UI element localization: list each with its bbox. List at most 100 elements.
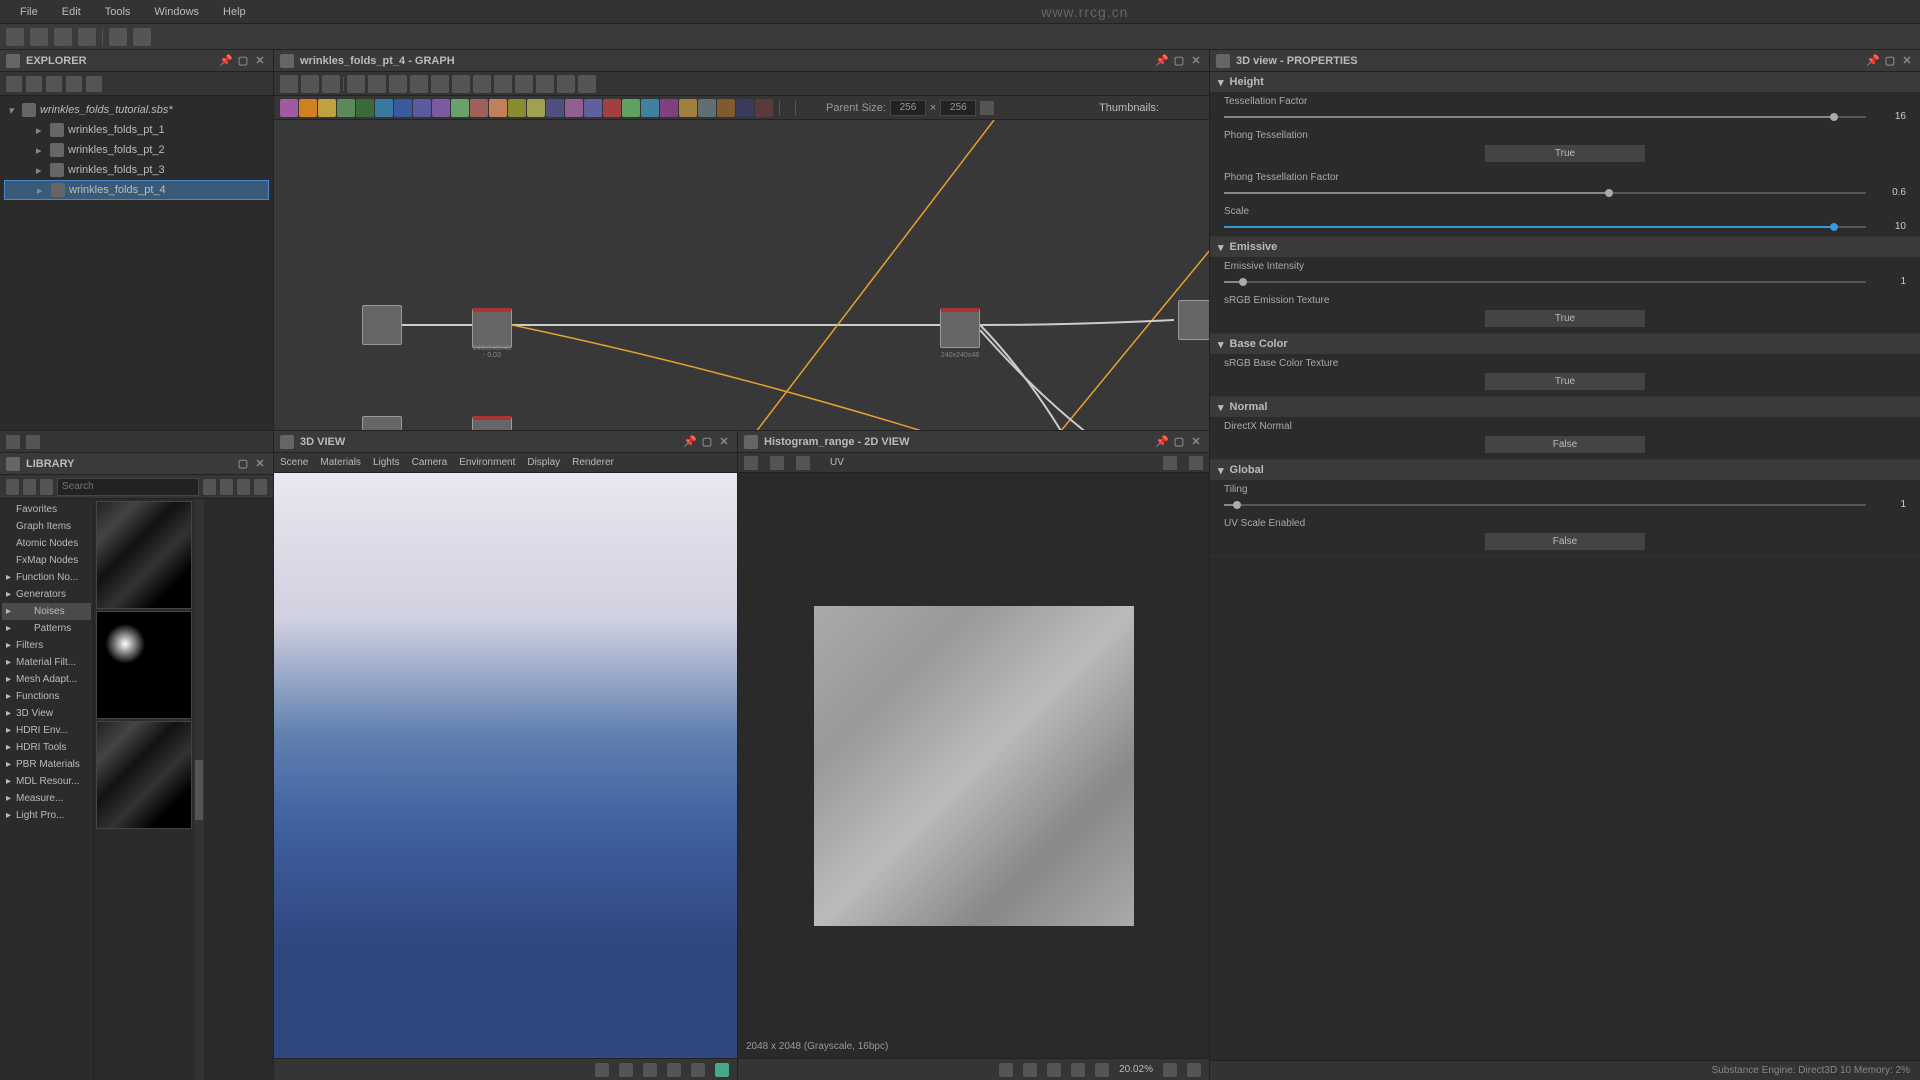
graph-canvas[interactable]: 240x240x48 - 0.03240x240x48 - 0.03240x24… xyxy=(274,120,1209,430)
maximize-icon[interactable]: ▢ xyxy=(1172,54,1186,68)
atomic-node-button[interactable] xyxy=(432,99,450,117)
library-category[interactable]: Favorites xyxy=(2,501,91,518)
library-category[interactable]: ▸Mesh Adapt... xyxy=(2,671,91,688)
atomic-node-button[interactable] xyxy=(413,99,431,117)
atomic-node-button[interactable] xyxy=(299,99,317,117)
menu-windows[interactable]: Windows xyxy=(142,6,211,18)
props-section-header[interactable]: ▾Emissive xyxy=(1210,237,1920,257)
atomic-node-button[interactable] xyxy=(660,99,678,117)
maximize-icon[interactable]: ▢ xyxy=(1883,54,1897,68)
pin-icon[interactable]: 📌 xyxy=(683,435,697,449)
atomic-node-button[interactable] xyxy=(470,99,488,117)
prop-slider[interactable] xyxy=(1224,504,1866,506)
prop-toggle[interactable]: True xyxy=(1485,373,1645,390)
sb-icon[interactable] xyxy=(1163,1063,1177,1077)
sb-icon[interactable] xyxy=(999,1063,1013,1077)
prop-toggle[interactable]: True xyxy=(1485,145,1645,162)
frame-icon[interactable] xyxy=(557,75,575,93)
atomic-node-button[interactable] xyxy=(679,99,697,117)
graph-node[interactable]: 240x240x48 - 0.03 xyxy=(472,308,512,348)
connect-icon[interactable] xyxy=(410,75,428,93)
sb-icon[interactable] xyxy=(667,1063,681,1077)
info-icon[interactable] xyxy=(347,75,365,93)
view3d-menu-item[interactable]: Materials xyxy=(320,457,361,468)
prop-toggle[interactable]: True xyxy=(1485,310,1645,327)
props-section-header[interactable]: ▾Height xyxy=(1210,72,1920,92)
atomic-node-button[interactable] xyxy=(451,99,469,117)
lib-filter-icon[interactable] xyxy=(6,479,19,495)
maximize-icon[interactable]: ▢ xyxy=(236,457,250,471)
align-icon[interactable] xyxy=(301,75,319,93)
info2d-icon[interactable] xyxy=(1163,456,1177,470)
atomic-node-button[interactable] xyxy=(375,99,393,117)
atomic-node-button[interactable] xyxy=(546,99,564,117)
graph-node[interactable] xyxy=(1178,300,1209,340)
atomic-node-button[interactable] xyxy=(584,99,602,117)
library-category[interactable]: ▸HDRI Tools xyxy=(2,739,91,756)
sb-icon[interactable] xyxy=(1095,1063,1109,1077)
close-icon[interactable]: ✕ xyxy=(1189,54,1203,68)
atomic-node-button[interactable] xyxy=(622,99,640,117)
filter-icon[interactable] xyxy=(86,76,102,92)
library-category[interactable]: ▸Generators xyxy=(2,586,91,603)
zoom-icon[interactable] xyxy=(368,75,386,93)
menu-edit[interactable]: Edit xyxy=(50,6,93,18)
atomic-node-button[interactable] xyxy=(527,99,545,117)
tree-root[interactable]: ▾ wrinkles_folds_tutorial.sbs* xyxy=(4,100,269,120)
library-category[interactable]: ▸Measure... xyxy=(2,790,91,807)
pin-icon[interactable]: 📌 xyxy=(1866,54,1880,68)
maximize-icon[interactable]: ▢ xyxy=(1172,435,1186,449)
graph-node[interactable] xyxy=(362,416,402,430)
info2-icon[interactable] xyxy=(26,435,40,449)
camera-icon[interactable] xyxy=(322,75,340,93)
view3d-menu-item[interactable]: Renderer xyxy=(572,457,614,468)
fit-icon[interactable] xyxy=(389,75,407,93)
menu-help[interactable]: Help xyxy=(211,6,258,18)
explorer-item[interactable]: ▸wrinkles_folds_pt_3 xyxy=(4,160,269,180)
lock-icon[interactable] xyxy=(1187,1063,1201,1077)
redo-icon[interactable] xyxy=(133,28,151,46)
atomic-node-button[interactable] xyxy=(565,99,583,117)
close-icon[interactable]: ✕ xyxy=(253,54,267,68)
lib-view2-icon[interactable] xyxy=(220,479,233,495)
prop-slider[interactable] xyxy=(1224,192,1866,194)
graph-node[interactable]: 240x240x48 - 0.03 xyxy=(472,416,512,430)
zoomout-icon[interactable] xyxy=(494,75,512,93)
pin-icon[interactable]: 📌 xyxy=(219,54,233,68)
sb-icon[interactable] xyxy=(619,1063,633,1077)
select-icon[interactable] xyxy=(431,75,449,93)
library-category[interactable]: ▸Functions xyxy=(2,688,91,705)
prop-toggle[interactable]: False xyxy=(1485,533,1645,550)
timer-icon[interactable] xyxy=(536,75,554,93)
close-icon[interactable]: ✕ xyxy=(717,435,731,449)
atomic-node-button[interactable] xyxy=(508,99,526,117)
atomic-node-button[interactable] xyxy=(318,99,336,117)
library-category[interactable]: ▸PBR Materials xyxy=(2,756,91,773)
explorer-item[interactable]: ▸wrinkles_folds_pt_2 xyxy=(4,140,269,160)
view3d-menu-item[interactable]: Environment xyxy=(459,457,515,468)
lib-view1-icon[interactable] xyxy=(203,479,216,495)
view3d-viewport[interactable] xyxy=(274,473,737,1058)
menu-file[interactable]: File xyxy=(8,6,50,18)
copy2d-icon[interactable] xyxy=(796,456,810,470)
pin-icon[interactable]: 📌 xyxy=(1155,435,1169,449)
import-icon[interactable] xyxy=(66,76,82,92)
sb-icon[interactable] xyxy=(1047,1063,1061,1077)
refresh-icon[interactable] xyxy=(26,76,42,92)
library-category[interactable]: FxMap Nodes xyxy=(2,552,91,569)
view3d-menu-item[interactable]: Scene xyxy=(280,457,308,468)
parent-size-y-input[interactable] xyxy=(940,100,976,116)
atomic-node-button[interactable] xyxy=(603,99,621,117)
library-thumbnail[interactable] xyxy=(96,721,192,829)
lib-edit-icon[interactable] xyxy=(40,479,53,495)
library-category[interactable]: ▸Material Filt... xyxy=(2,654,91,671)
close-icon[interactable]: ✕ xyxy=(1900,54,1914,68)
sb-icon[interactable] xyxy=(1023,1063,1037,1077)
sb-icon[interactable] xyxy=(595,1063,609,1077)
library-thumbnail[interactable] xyxy=(96,611,192,719)
pen-icon[interactable] xyxy=(515,75,533,93)
parent-size-x-input[interactable] xyxy=(890,100,926,116)
props-section-header[interactable]: ▾Global xyxy=(1210,460,1920,480)
save-icon[interactable] xyxy=(54,28,72,46)
library-search-input[interactable] xyxy=(57,478,199,496)
